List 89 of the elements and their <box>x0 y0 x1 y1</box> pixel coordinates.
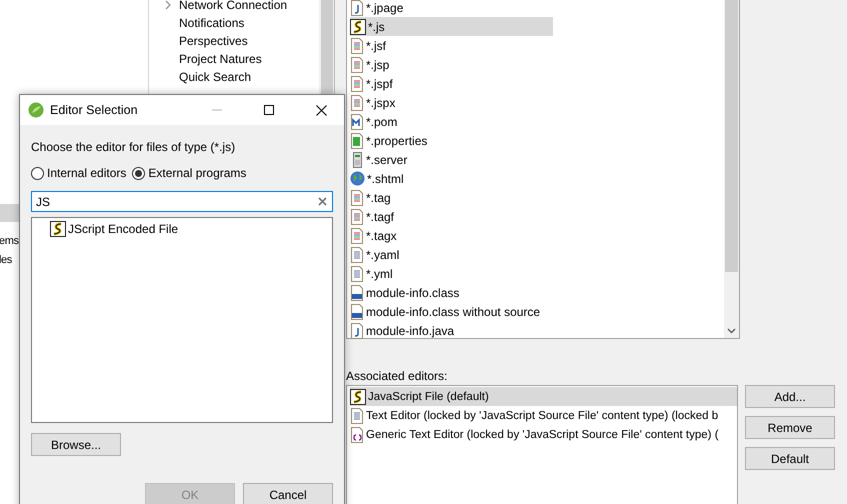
file-type-label: *.properties <box>366 134 428 148</box>
editor-label: Generic Text Editor (locked by 'JavaScript Source File' content type) ( <box>366 428 719 440</box>
text-file-icon <box>350 408 364 424</box>
tree-item[interactable]: Quick Search <box>179 68 252 86</box>
file-type-label: *.jpage <box>366 0 404 14</box>
file-type-label: *.tag <box>366 190 391 204</box>
maven-file-icon <box>350 114 364 130</box>
script-icon <box>350 388 366 404</box>
file-type-label: *.tagx <box>366 228 397 242</box>
expand-chevron-icon[interactable] <box>165 0 171 10</box>
web-file-icon <box>350 228 364 244</box>
file-type-row[interactable]: *.server <box>350 150 553 169</box>
script-icon <box>350 18 366 34</box>
file-type-row[interactable]: *.yml <box>350 264 553 283</box>
file-type-row[interactable]: *.jspf <box>350 74 553 93</box>
file-type-row[interactable]: *.js <box>350 17 553 36</box>
list-item: les <box>0 253 13 268</box>
file-type-label: *.server <box>366 152 408 166</box>
file-type-row[interactable]: *.shtml <box>350 169 553 188</box>
file-type-label: *.jspx <box>366 96 396 110</box>
file-type-label: *.yml <box>366 266 393 280</box>
browse-button[interactable]: Browse... <box>31 433 121 456</box>
file-type-row[interactable]: *.jpage <box>350 0 553 17</box>
search-field[interactable]: JS <box>31 191 333 212</box>
web-file-icon <box>350 56 364 72</box>
editor-row[interactable]: Text Editor (locked by 'JavaScript Source File' content type) (locked b <box>350 406 737 425</box>
scroll-down-icon[interactable] <box>727 328 736 334</box>
associated-editors-label: Associated editors: <box>346 368 448 385</box>
globe-icon <box>350 171 365 186</box>
editor-button[interactable]: Remove <box>745 416 835 439</box>
class-file-icon <box>350 304 364 320</box>
file-type-row[interactable]: *.jspx <box>350 93 553 112</box>
tree-item[interactable]: Notifications <box>179 14 244 32</box>
web-file-icon <box>350 190 364 206</box>
web-file-icon <box>350 38 364 54</box>
radio-option[interactable]: Internal editors <box>31 166 126 180</box>
file-type-label: *.pom <box>366 114 398 128</box>
web-file-icon <box>350 208 364 224</box>
radio-option[interactable]: External programs <box>132 166 246 180</box>
file-type-row[interactable]: *.tagf <box>350 207 553 226</box>
file-type-label: *.jsf <box>366 38 386 52</box>
maximize-icon[interactable] <box>264 105 274 115</box>
file-type-row[interactable]: module-info.class <box>350 283 553 302</box>
file-type-row[interactable]: *.properties <box>350 131 553 150</box>
file-type-row[interactable]: module-info.java <box>350 321 553 340</box>
class-file-icon <box>350 284 364 300</box>
leaf-logo-icon <box>28 102 44 118</box>
file-type-label: *.tagf <box>366 210 394 224</box>
scrollbar-thumb[interactable] <box>725 0 738 272</box>
clear-icon[interactable] <box>317 196 328 207</box>
editor-label: JavaScript File (default) <box>368 390 489 402</box>
editor-label: Text Editor (locked by 'JavaScript Source File' content type) (locked b <box>366 410 718 422</box>
server-icon <box>350 152 364 168</box>
program-label: JScript Encoded File <box>68 222 178 236</box>
dialog-button[interactable]: Cancel <box>243 483 333 504</box>
web-file-icon <box>350 94 364 110</box>
window-title: Editor Selection <box>50 103 139 117</box>
braces-file-icon <box>350 426 364 442</box>
file-type-row[interactable]: *.jsf <box>350 36 553 55</box>
close-icon[interactable] <box>316 104 326 116</box>
file-type-label: *.jsp <box>366 58 390 72</box>
script-icon <box>50 220 66 236</box>
program-row[interactable]: JScript Encoded File <box>50 219 332 238</box>
file-type-label: *.jspf <box>366 76 393 90</box>
column-header <box>0 204 20 222</box>
file-type-row[interactable]: *.yaml <box>350 245 553 264</box>
prompt-text: Choose the editor for files of type (*.js) <box>31 139 236 155</box>
editor-row[interactable]: Generic Text Editor (locked by 'JavaScript Source File' content type) ( <box>350 425 737 444</box>
file-type-label: module-info.class <box>366 286 460 300</box>
editor-row[interactable]: JavaScript File (default) <box>350 387 737 406</box>
web-file-icon <box>350 76 364 92</box>
text-file-icon <box>350 246 364 262</box>
tree-item[interactable]: Project Natures <box>179 50 262 68</box>
tree-item[interactable]: Perspectives <box>179 32 248 50</box>
file-type-label: *.js <box>368 20 385 34</box>
file-type-label: module-info.java <box>366 324 454 338</box>
file-type-row[interactable]: *.tagx <box>350 226 553 245</box>
file-type-row[interactable]: *.jsp <box>350 55 553 74</box>
editor-button[interactable]: Add... <box>745 385 835 408</box>
file-type-row[interactable]: module-info.class without source <box>350 302 553 321</box>
file-type-row[interactable]: *.tag <box>350 188 553 207</box>
file-type-label: *.shtml <box>367 172 404 186</box>
file-type-label: module-info.class without source <box>366 304 540 318</box>
properties-file-icon <box>350 132 364 148</box>
tree-item[interactable]: Network Connection <box>179 0 288 14</box>
text-file-icon <box>350 266 364 282</box>
file-type-label: *.yaml <box>366 248 400 262</box>
file-type-row[interactable]: *.pom <box>350 112 553 131</box>
editor-button[interactable]: Default <box>745 447 835 470</box>
